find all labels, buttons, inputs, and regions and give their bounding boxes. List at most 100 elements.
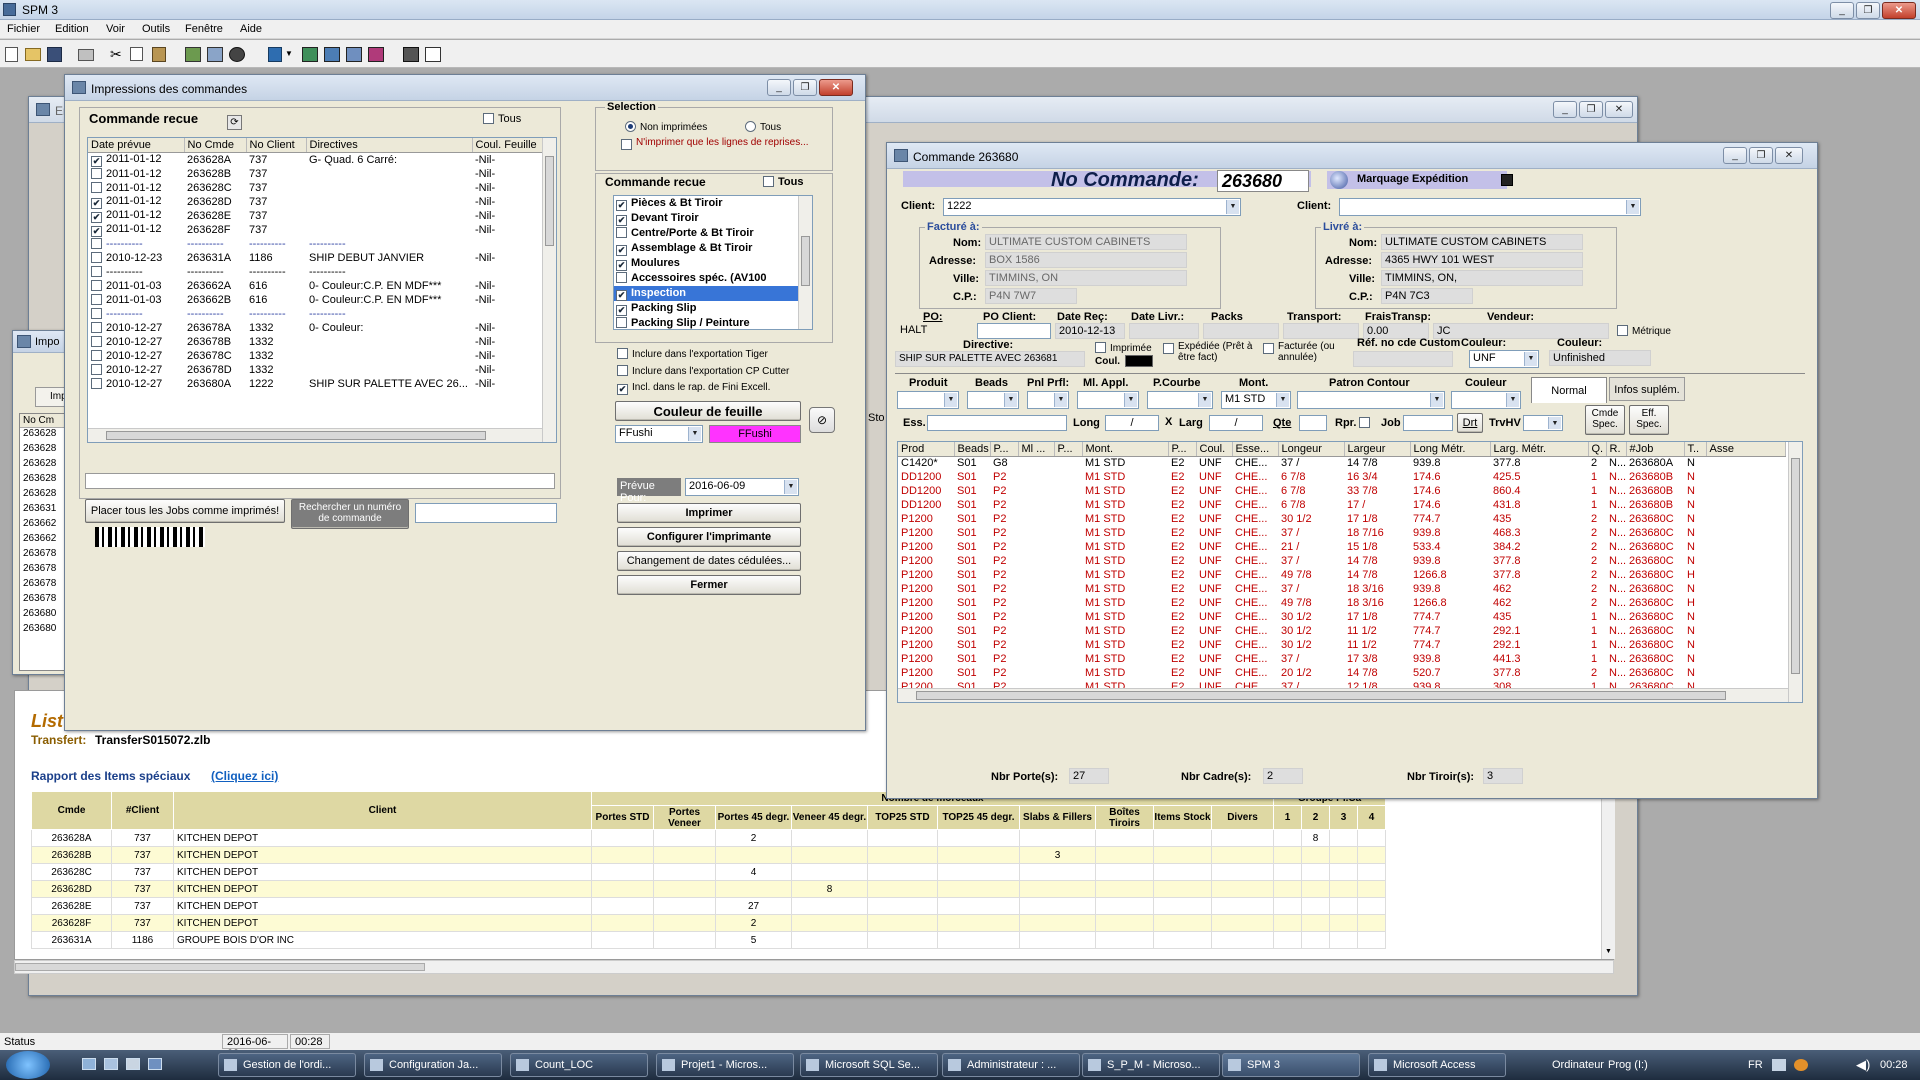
search-order-input[interactable]	[415, 503, 557, 523]
tab-infos[interactable]: Infos suplém.	[1609, 377, 1685, 401]
report-row[interactable]: 263628A 737 KITCHEN DEPOT 2 8	[31, 829, 1386, 847]
tool-icon-1[interactable]	[185, 47, 201, 62]
item-row[interactable]: DD1200 S01 P2 M1 STD E2 UNF CHE... 6 7/8 16 3/4 1…	[898, 470, 1786, 484]
export-tiger-checkbox[interactable]: Inclure dans l'exportation Tiger	[617, 348, 768, 360]
order-row[interactable]: 2011-01-12 263628B 737 -Nil-	[88, 167, 542, 181]
bg-list-item[interactable]: 263662	[20, 518, 70, 533]
menu-outils[interactable]: Outils	[142, 23, 170, 35]
order-row-checkbox[interactable]	[91, 279, 102, 291]
doc-item[interactable]: Packing Slip / Peinture	[614, 316, 798, 329]
item-row[interactable]: DD1200 S01 P2 M1 STD E2 UNF CHE... 6 7/8 17 / 174…	[898, 498, 1786, 512]
doc-item[interactable]: Centre/Porte & Bt Tiroir	[614, 226, 798, 241]
quicklaunch-icon-3[interactable]	[126, 1058, 140, 1070]
tray-icon-2[interactable]	[1794, 1059, 1808, 1071]
tool-icon-7[interactable]	[368, 47, 384, 62]
save-icon[interactable]	[47, 47, 62, 62]
tool-icon-8[interactable]	[403, 47, 419, 62]
bg-list-item[interactable]: 263678	[20, 548, 70, 563]
bg-list-item[interactable]: 263628	[20, 488, 70, 503]
bg-list-item[interactable]: 263631	[20, 503, 70, 518]
col-coul-feuille[interactable]: Coul. Feuille	[472, 138, 542, 153]
drt-button[interactable]: Drt	[1457, 413, 1483, 433]
orders-hscroll[interactable]	[88, 428, 542, 442]
restore-button[interactable]: ❐	[1856, 2, 1880, 19]
items-col-header[interactable]: Prod	[898, 442, 955, 457]
new-icon[interactable]	[5, 47, 18, 62]
taskbar-item[interactable]: Administrateur : ...	[942, 1053, 1080, 1077]
client2-select[interactable]: ▼	[1339, 198, 1641, 216]
ordinateur-text[interactable]: Ordinateur	[1552, 1059, 1604, 1071]
cmde-spec-button[interactable]: Cmde Spec.	[1585, 405, 1625, 435]
item-row[interactable]: P1200 S01 P2 M1 STD E2 UNF CHE... 37 / 18 3/16 93…	[898, 582, 1786, 596]
col-no-cmde[interactable]: No Cmde	[184, 138, 247, 153]
order-row-checkbox[interactable]	[91, 265, 102, 277]
ess-field[interactable]	[927, 415, 1067, 431]
order-row[interactable]: ✔ 2011-01-12 263628F 737 -Nil-	[88, 223, 542, 237]
order-row-checkbox[interactable]	[91, 321, 102, 333]
imprimee-checkbox[interactable]: Imprimée	[1095, 342, 1152, 354]
docs-vscroll[interactable]	[798, 196, 812, 329]
doc-item-checkbox[interactable]: ✔	[616, 260, 627, 271]
cut-icon[interactable]: ✂	[110, 46, 122, 63]
clock-text[interactable]: 00:28	[1880, 1059, 1908, 1071]
order-row[interactable]: 2010-12-27 263678C 1332 -Nil-	[88, 349, 542, 363]
report-row[interactable]: 263631A 1186 GROUPE BOIS D'OR INC 5	[31, 931, 1386, 949]
doc-item[interactable]: ✔ Packing Slip	[614, 301, 798, 316]
tray-icon-1[interactable]	[1772, 1059, 1786, 1071]
packs-field[interactable]	[1203, 323, 1279, 339]
rapport-link[interactable]: (Cliquez ici)	[211, 769, 278, 783]
taskbar-item[interactable]: Microsoft Access	[1368, 1053, 1506, 1077]
print-icon[interactable]	[78, 49, 94, 61]
items-col-header[interactable]: P...	[1054, 442, 1083, 457]
imprimer-button[interactable]: Imprimer	[617, 503, 801, 523]
bg-window-minimize[interactable]: _	[1553, 101, 1577, 118]
order-row-checkbox[interactable]	[91, 363, 102, 375]
ref-custom-field[interactable]	[1353, 351, 1453, 367]
placer-jobs-button[interactable]: Placer tous les Jobs comme imprimés!	[85, 499, 285, 523]
item-row[interactable]: C1420* S01 G8 M1 STD E2 UNF CHE... 37 / 14 7/8 93…	[898, 456, 1786, 470]
item-row[interactable]: P1200 S01 P2 M1 STD E2 UNF CHE... 49 7/8 14 7/8 1…	[898, 568, 1786, 582]
order-row[interactable]: ✔ 2011-01-12 263628A 737 G- Quad. 6 Carré: -N…	[88, 152, 542, 167]
order-row[interactable]: 2010-12-27 263678B 1332 -Nil-	[88, 335, 542, 349]
bg-list-item[interactable]: 263678	[20, 593, 70, 608]
patron-select[interactable]: ▼	[1297, 391, 1445, 409]
order-row[interactable]: 2010-12-27 263678D 1332 -Nil-	[88, 363, 542, 377]
impressions-close[interactable]: ✕	[819, 79, 853, 96]
items-col-header[interactable]: Q.	[1588, 442, 1607, 457]
items-col-header[interactable]: Long Métr.	[1410, 442, 1491, 457]
ml-appl-select[interactable]: ▼	[1077, 391, 1139, 409]
items-col-header[interactable]: R.	[1606, 442, 1627, 457]
expediee-checkbox[interactable]: Expédiée (Prêt à être fact)	[1163, 341, 1255, 363]
item-row[interactable]: P1200 S01 P2 M1 STD E2 UNF CHE... 30 1/2 17 1/8 7…	[898, 610, 1786, 624]
non-imprimees-radio[interactable]: Non imprimées	[625, 121, 707, 133]
report-row[interactable]: 263628C 737 KITCHEN DEPOT 4	[31, 863, 1386, 881]
menu-fichier[interactable]: Fichier	[7, 23, 40, 35]
bg-list-item[interactable]: 263678	[20, 563, 70, 578]
order-row[interactable]: ---------- ---------- ---------- ----------	[88, 307, 542, 321]
nimprimer-reprises-checkbox[interactable]: N'imprimer que les lignes de reprises...	[621, 137, 827, 150]
prevue-date-select[interactable]: 2016-06-09 ▼	[685, 478, 799, 496]
bg-list-item[interactable]: 263628	[20, 443, 70, 458]
fermer-button[interactable]: Fermer	[617, 575, 801, 595]
color-picker-icon[interactable]: ⊘	[809, 407, 835, 433]
order-row-checkbox[interactable]	[91, 251, 102, 263]
doc-item-checkbox[interactable]: ✔	[616, 290, 627, 301]
quicklaunch-icon-2[interactable]	[104, 1058, 118, 1070]
tous-checkbox[interactable]: Tous	[483, 113, 521, 125]
orders-vscroll[interactable]	[542, 138, 556, 442]
produit-select[interactable]: ▼	[897, 391, 959, 409]
report-row[interactable]: 263628B 737 KITCHEN DEPOT 3	[31, 846, 1386, 864]
items-col-header[interactable]: Esse...	[1232, 442, 1279, 457]
close-button[interactable]: ✕	[1882, 2, 1916, 19]
pnl-select[interactable]: ▼	[1027, 391, 1069, 409]
order-row[interactable]: 2011-01-12 263628C 737 -Nil-	[88, 181, 542, 195]
doc-item-checkbox[interactable]: ✔	[616, 215, 627, 226]
bg-window-close[interactable]: ✕	[1605, 101, 1633, 118]
order-row-checkbox[interactable]	[91, 307, 102, 319]
marquage-expedition-button[interactable]: Marquage Expédition	[1327, 171, 1507, 189]
order-row-checkbox[interactable]: ✔	[91, 197, 102, 209]
database-icon[interactable]	[268, 47, 282, 62]
rechercher-button[interactable]: Rechercher un numéro de commande	[291, 499, 409, 529]
item-row[interactable]: P1200 S01 P2 M1 STD E2 UNF CHE... 49 7/8 18 3/16…	[898, 596, 1786, 610]
menu-edition[interactable]: Edition	[55, 23, 89, 35]
